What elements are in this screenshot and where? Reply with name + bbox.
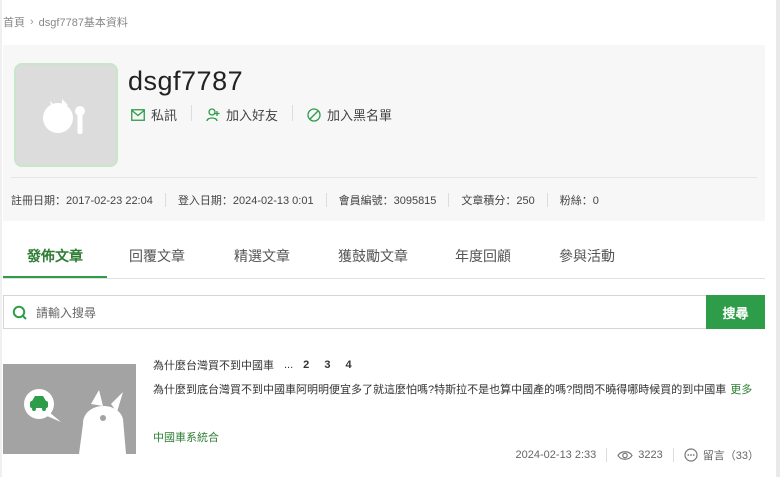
username: dsgf7787 [128, 66, 244, 96]
member-id: 會員編號：3095815 [338, 195, 437, 207]
add-friend-button[interactable]: 加入好友 [206, 105, 278, 124]
article-date: 2024-02-13 2:33 [515, 449, 597, 461]
block-label: 加入黑名單 [327, 108, 393, 123]
view-count: 3223 [617, 449, 663, 461]
breadcrumb-current: dsgf7787基本資料 [38, 17, 128, 29]
article-title-row: 為什麼台灣買不到中國車 ... 2 3 4 [153, 357, 358, 373]
tab-featured-articles[interactable]: 精選文章 [234, 246, 290, 266]
breadcrumb: 首頁 › dsgf7787基本資料 [3, 14, 128, 30]
profile-meta: 註冊日期：2017-02-23 22:04 登入日期：2024-02-13 0:… [11, 177, 757, 208]
more-link[interactable]: 更多 [730, 384, 752, 396]
default-thumbnail-image [3, 364, 136, 454]
divider [325, 193, 327, 207]
block-icon [307, 107, 321, 122]
divider [292, 105, 294, 121]
default-avatar-icon [43, 99, 85, 134]
divider [448, 193, 450, 207]
search-button[interactable]: 搜尋 [706, 295, 765, 329]
article-points: 文章積分：250 [461, 195, 535, 207]
profile-card: dsgf7787 私訊 加入好友 加入黑名單 註冊日期：2017-02-23 2… [3, 45, 765, 221]
article-title[interactable]: 為什麼台灣買不到中國車 [153, 357, 274, 373]
search-icon [12, 305, 27, 320]
article-stats: 2024-02-13 2:33 3223 留言（33） [516, 447, 759, 463]
window-left-edge [0, 0, 2, 477]
message-label: 私訊 [151, 108, 178, 123]
add-friend-label: 加入好友 [226, 108, 279, 123]
comment-count-value: 留言（33） [702, 450, 759, 462]
search-bar: 搜尋 [3, 295, 765, 330]
mail-icon [131, 108, 145, 121]
article-thumbnail[interactable] [3, 364, 136, 454]
article-excerpt: 為什麼到底台灣買不到中國車阿明明便宜多了就這麼怕嗎?特斯拉不是也算中國產的嗎?問… [153, 381, 752, 397]
article-list-item: 為什麼台灣買不到中國車 ... 2 3 4 為什麼到底台灣買不到中國車阿明明便宜… [3, 359, 765, 474]
comment-icon [684, 448, 698, 462]
tab-encouraged-articles[interactable]: 獲鼓勵文章 [338, 246, 408, 266]
chevron-right-icon: › [30, 16, 34, 28]
breadcrumb-home[interactable]: 首頁 [3, 14, 25, 30]
search-box [3, 295, 707, 330]
fans-count: 粉絲：0 [559, 195, 599, 207]
add-user-icon [206, 107, 220, 121]
divider [191, 105, 193, 121]
eye-icon [617, 450, 633, 460]
divider [672, 448, 674, 462]
message-button[interactable]: 私訊 [131, 105, 177, 124]
tab-replied-articles[interactable]: 回覆文章 [129, 246, 185, 266]
last-login-date: 登入日期：2024-02-13 0:01 [177, 195, 314, 207]
block-button[interactable]: 加入黑名單 [307, 105, 392, 124]
tab-bar: 發佈文章 回覆文章 精選文章 獲鼓勵文章 年度回顧 參與活動 [3, 240, 765, 279]
registered-date: 註冊日期：2017-02-23 22:04 [11, 195, 153, 207]
article-excerpt-text: 為什麼到底台灣買不到中國車阿明明便宜多了就這麼怕嗎?特斯拉不是也算中國產的嗎?問… [153, 384, 727, 396]
page-ellipsis: ... [284, 359, 294, 371]
view-count-value: 3223 [638, 449, 663, 461]
comment-count[interactable]: 留言（33） [684, 447, 759, 463]
active-tab-indicator [3, 276, 107, 278]
tab-activities[interactable]: 參與活動 [559, 246, 615, 266]
profile-actions: 私訊 加入好友 加入黑名單 [131, 105, 392, 124]
tab-posted-articles[interactable]: 發佈文章 [27, 246, 83, 266]
divider [164, 193, 166, 207]
search-input[interactable] [34, 296, 698, 330]
divider [546, 193, 548, 207]
window-right-edge [776, 0, 780, 477]
avatar [14, 63, 118, 167]
article-pages[interactable]: 2 3 4 [303, 359, 357, 371]
article-board-link[interactable]: 中國車系統合 [153, 429, 219, 445]
divider [606, 448, 608, 462]
tab-annual-review[interactable]: 年度回顧 [455, 246, 511, 266]
